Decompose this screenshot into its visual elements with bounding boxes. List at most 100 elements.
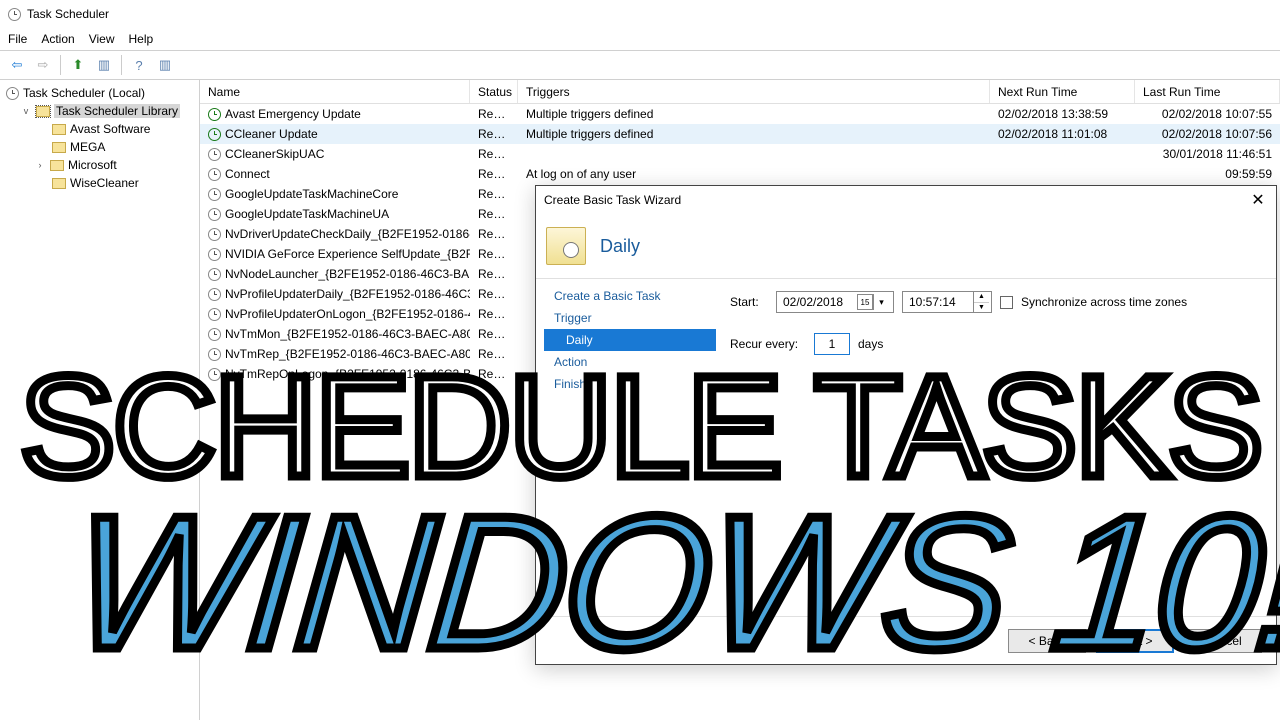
- task-status: Ready: [470, 127, 518, 141]
- task-status: Ready: [470, 267, 518, 281]
- menu-file[interactable]: File: [8, 32, 27, 46]
- col-name[interactable]: Name: [200, 80, 470, 103]
- start-time-input[interactable]: 10:57:14 ▲▼: [902, 291, 992, 313]
- task-status: Ready: [470, 327, 518, 341]
- dropdown-icon[interactable]: ▾: [873, 294, 889, 310]
- close-button[interactable]: ✕: [1248, 190, 1268, 210]
- task-name: Avast Emergency Update: [225, 107, 361, 121]
- col-status[interactable]: Status: [470, 80, 518, 103]
- task-icon: [208, 208, 221, 221]
- task-name: GoogleUpdateTaskMachineCore: [225, 187, 398, 201]
- task-icon: [208, 368, 221, 381]
- expand-icon[interactable]: v: [20, 106, 32, 116]
- col-last-run[interactable]: Last Run Time: [1135, 80, 1280, 103]
- start-date-input[interactable]: 02/02/2018 15 ▾: [776, 291, 894, 313]
- task-last-run: 09:59:59: [1135, 167, 1280, 181]
- task-icon: [208, 328, 221, 341]
- tree-item[interactable]: MEGA: [4, 138, 195, 156]
- app-icon: [8, 8, 21, 21]
- recur-label: Recur every:: [730, 337, 806, 351]
- task-status: Ready: [470, 147, 518, 161]
- tree-root[interactable]: Task Scheduler (Local): [4, 84, 195, 102]
- panel-button-1[interactable]: ▥: [93, 54, 115, 76]
- sync-checkbox[interactable]: [1000, 296, 1013, 309]
- col-triggers[interactable]: Triggers: [518, 80, 990, 103]
- wizard-steps: Create a Basic Task Trigger Daily Action…: [536, 279, 716, 616]
- spinner-icon[interactable]: ▲▼: [973, 292, 989, 312]
- cancel-button[interactable]: Cancel: [1184, 629, 1262, 653]
- task-icon: [208, 288, 221, 301]
- titlebar: Task Scheduler: [0, 0, 1280, 28]
- wizard-title: Create Basic Task Wizard: [544, 193, 681, 207]
- tree-root-label: Task Scheduler (Local): [23, 86, 145, 100]
- task-icon: [208, 228, 221, 241]
- task-name: NvTmRep_{B2FE1952-0186-46C3-BAEC-A80AA35…: [225, 347, 470, 361]
- back-button[interactable]: < Back: [1008, 629, 1086, 653]
- calendar-icon[interactable]: 15: [857, 294, 873, 310]
- task-icon: [208, 168, 221, 181]
- step-create-task[interactable]: Create a Basic Task: [544, 285, 716, 307]
- step-action[interactable]: Action: [544, 351, 716, 373]
- up-button[interactable]: ⬆: [67, 54, 89, 76]
- task-name: NVIDIA GeForce Experience SelfUpdate_{B2…: [225, 247, 470, 261]
- task-name: NvTmRepOnLogon_{B2FE1952-0186-46C3-BAEC-…: [225, 367, 470, 381]
- task-status: Ready: [470, 287, 518, 301]
- step-finish[interactable]: Finish: [544, 373, 716, 395]
- forward-button[interactable]: ⇨: [32, 54, 54, 76]
- task-name: NvTmMon_{B2FE1952-0186-46C3-BAEC-A80AA35…: [225, 327, 470, 341]
- back-button[interactable]: ⇦: [6, 54, 28, 76]
- scheduler-icon: [6, 87, 19, 100]
- recur-input[interactable]: 1: [814, 333, 850, 355]
- task-icon: [208, 148, 221, 161]
- task-row[interactable]: Avast Emergency UpdateReadyMultiple trig…: [200, 104, 1280, 124]
- step-daily[interactable]: Daily: [544, 329, 716, 351]
- task-last-run: 02/02/2018 10:07:55: [1135, 107, 1280, 121]
- tree-item[interactable]: Avast Software: [4, 120, 195, 138]
- task-status: Ready: [470, 347, 518, 361]
- task-name: NvDriverUpdateCheckDaily_{B2FE1952-0186-…: [225, 227, 470, 241]
- task-icon: [208, 108, 221, 121]
- task-icon: [208, 248, 221, 261]
- task-status: Ready: [470, 227, 518, 241]
- start-time-value: 10:57:14: [909, 295, 956, 309]
- task-icon: [208, 128, 221, 141]
- menu-help[interactable]: Help: [129, 32, 154, 46]
- tree-library-label: Task Scheduler Library: [54, 104, 180, 118]
- wizard-heading: Daily: [600, 236, 640, 257]
- task-row[interactable]: ConnectReadyAt log on of any user09:59:5…: [200, 164, 1280, 184]
- tree-item-label: WiseCleaner: [70, 176, 139, 190]
- task-triggers: Multiple triggers defined: [518, 107, 990, 121]
- wizard-icon: [546, 227, 586, 265]
- folder-icon: [52, 178, 66, 189]
- menu-view[interactable]: View: [89, 32, 115, 46]
- help-button[interactable]: ?: [128, 54, 150, 76]
- menubar: File Action View Help: [0, 28, 1280, 50]
- tree-item[interactable]: WiseCleaner: [4, 174, 195, 192]
- task-status: Ready: [470, 207, 518, 221]
- menu-action[interactable]: Action: [41, 32, 74, 46]
- task-icon: [208, 348, 221, 361]
- folder-icon: [50, 160, 64, 171]
- tree-item[interactable]: ›Microsoft: [4, 156, 195, 174]
- task-status: Ready: [470, 307, 518, 321]
- task-icon: [208, 308, 221, 321]
- task-name: NvNodeLauncher_{B2FE1952-0186-46C3-BAEC-…: [225, 267, 470, 281]
- step-trigger[interactable]: Trigger: [544, 307, 716, 329]
- task-next-run: 02/02/2018 11:01:08: [990, 127, 1135, 141]
- folder-icon: [52, 124, 66, 135]
- task-status: Ready: [470, 247, 518, 261]
- task-last-run: 02/02/2018 10:07:56: [1135, 127, 1280, 141]
- task-row[interactable]: CCleaner UpdateReadyMultiple triggers de…: [200, 124, 1280, 144]
- recur-unit: days: [858, 337, 883, 351]
- col-next-run[interactable]: Next Run Time: [990, 80, 1135, 103]
- task-row[interactable]: CCleanerSkipUACReady30/01/2018 11:46:51: [200, 144, 1280, 164]
- task-status: Ready: [470, 187, 518, 201]
- tree-library[interactable]: v Task Scheduler Library: [4, 102, 195, 120]
- task-name: GoogleUpdateTaskMachineUA: [225, 207, 389, 221]
- separator-icon: [121, 55, 122, 75]
- panel-button-2[interactable]: ▥: [154, 54, 176, 76]
- task-status: Ready: [470, 167, 518, 181]
- expand-icon[interactable]: ›: [34, 160, 46, 170]
- next-button[interactable]: Next >: [1096, 629, 1174, 653]
- task-name: NvProfileUpdaterOnLogon_{B2FE1952-0186-4…: [225, 307, 470, 321]
